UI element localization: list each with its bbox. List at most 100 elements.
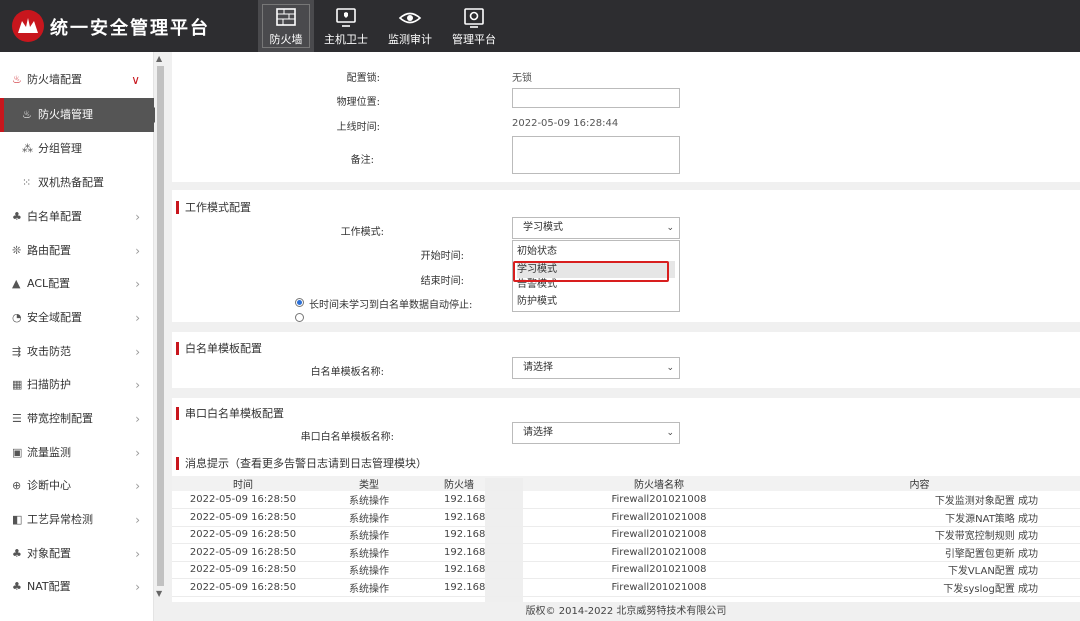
sidebar-item-process-anomaly[interactable]: ◧ 工艺异常检测 › — [0, 503, 154, 537]
nav-host-guard-label: 主机卫士 — [324, 33, 368, 46]
start-time-label: 开始时间: — [420, 251, 464, 262]
work-mode-select-value: 学习模式 — [523, 222, 563, 233]
sidebar-item-ha-config[interactable]: ⁙ 双机热备配置 — [0, 166, 154, 200]
route-icon: ❊ — [12, 244, 22, 257]
eye-icon — [398, 12, 422, 24]
serial-whitelist-label: 串口白名单模板名称: — [300, 432, 394, 443]
cell-type: 系统操作 — [314, 561, 424, 579]
sidebar-item-label: 带宽控制配置 — [27, 412, 93, 425]
nav-host-guard[interactable]: 主机卫士 — [318, 0, 374, 52]
basic-info-panel: 配置锁: 无锁 物理位置: 上线时间: 2022-05-09 16:28:44 … — [172, 52, 1080, 182]
firewall-icon: ♨ — [12, 73, 22, 86]
whitelist-template-panel: 白名单模板配置 白名单模板名称: 请选择 ⌄ — [172, 332, 1080, 388]
top-bar: 统一安全管理平台 防火墙 主机卫士 监测审计 管理平台 — [0, 0, 1080, 52]
sidebar-item-firewall-manage[interactable]: ♨ 防火墙管理 — [0, 98, 162, 132]
cell-time: 2022-05-09 16:28:50 — [172, 526, 314, 544]
serial-whitelist-panel: 串口白名单模板配置 串口白名单模板名称: 请选择 ⌄ — [172, 398, 1080, 452]
scrollbar-thumb[interactable] — [157, 66, 164, 586]
table-row: 2022-05-09 16:28:50 系统操作 192.168 Firewall20… — [172, 491, 1080, 509]
dropdown-option-initial[interactable]: 初始状态 — [517, 243, 675, 260]
serial-whitelist-title: 串口白名单模板配置 — [176, 407, 284, 420]
cell-time: 2022-05-09 16:28:50 — [172, 491, 314, 509]
sidebar-item-label: 扫描防护 — [27, 378, 71, 391]
sidebar-item-label: NAT配置 — [27, 580, 71, 593]
chevron-right-icon: › — [135, 513, 140, 527]
whitelist-icon: ♣ — [12, 210, 22, 223]
cell-time: 2022-05-09 16:28:50 — [172, 561, 314, 579]
column-header-firewall-name: 防火墙名称 — [559, 476, 759, 491]
app-title: 统一安全管理平台 — [50, 18, 210, 39]
remark-textarea[interactable] — [512, 136, 680, 174]
serial-whitelist-select[interactable]: 请选择 ⌄ — [512, 422, 680, 444]
scan-icon: ▦ — [12, 378, 23, 391]
network-icon: ⁙ — [22, 176, 32, 189]
nav-monitor-audit-label: 监测审计 — [388, 33, 432, 46]
sidebar-item-route[interactable]: ❊ 路由配置 › — [0, 234, 154, 268]
sidebar-item-group-manage[interactable]: ⁂ 分组管理 — [0, 132, 154, 166]
cell-firewall-name: Firewall201021008 — [559, 561, 759, 579]
sidebar-item-traffic[interactable]: ▣ 流量监测 › — [0, 436, 154, 470]
tree-icon: ⁂ — [22, 142, 33, 155]
whitelist-template-select[interactable]: 请选择 ⌄ — [512, 357, 680, 379]
sidebar-item-object[interactable]: ♣ 对象配置 › — [0, 537, 154, 571]
sidebar-item-attack-defense[interactable]: ⇶ 攻击防范 › — [0, 335, 154, 369]
sidebar-item-diagnose[interactable]: ⊕ 诊断中心 › — [0, 469, 154, 503]
table-row: 2022-05-09 16:28:50 系统操作 192.168 Firewall20… — [172, 508, 1080, 527]
cell-firewall-name: Firewall201021008 — [559, 578, 759, 597]
serial-whitelist-select-value: 请选择 — [523, 427, 553, 438]
gear-screen-icon — [464, 8, 484, 28]
nav-firewall[interactable]: 防火墙 — [258, 0, 314, 52]
config-lock-label: 配置锁: — [346, 73, 380, 84]
nat-icon: ♣ — [12, 580, 22, 593]
traffic-icon: ▣ — [12, 446, 23, 459]
chevron-right-icon: › — [135, 446, 140, 460]
cell-content: 下发监测对象配置 成功 — [759, 491, 1080, 509]
radio-time-range[interactable] — [295, 313, 304, 322]
scroll-down-icon[interactable]: ▼ — [156, 589, 162, 598]
sidebar-item-bandwidth[interactable]: ☰ 带宽控制配置 › — [0, 402, 154, 436]
highlight-box — [513, 261, 669, 282]
sidebar-scrollbar[interactable]: ▲ ▼ — [155, 52, 166, 601]
radio-auto-stop[interactable] — [295, 298, 304, 307]
sidebar-item-label: 白名单配置 — [27, 210, 82, 223]
table-header-row: 时间 类型 防火墙 防火墙名称 内容 — [172, 476, 1080, 491]
whitelist-template-select-value: 请选择 — [523, 362, 553, 373]
attack-icon: ⇶ — [12, 345, 22, 358]
chevron-right-icon: › — [135, 378, 140, 392]
messages-title: 消息提示（查看更多告警日志请到日志管理模块） — [176, 457, 427, 470]
chevron-right-icon: › — [135, 479, 140, 493]
firewall-icon: ♨ — [22, 108, 32, 121]
cell-content: 下发syslog配置 成功 — [759, 578, 1080, 597]
sidebar-item-label: 安全域配置 — [27, 311, 82, 324]
sidebar-item-security-domain[interactable]: ◔ 安全域配置 › — [0, 301, 154, 335]
sidebar-item-whitelist[interactable]: ♣ 白名单配置 › — [0, 200, 154, 234]
nav-monitor-audit[interactable]: 监测审计 — [382, 0, 438, 52]
footer-copyright: 版权© 2014-2022 北京威努特技术有限公司 — [525, 606, 727, 617]
sidebar-item-label: 分组管理 — [38, 142, 82, 155]
sidebar-item-firewall-config[interactable]: ♨ 防火墙配置 ∨ — [0, 63, 154, 97]
table-row: 2022-05-09 16:28:50 系统操作 192.168 Firewall20… — [172, 578, 1080, 597]
online-time-value: 2022-05-09 16:28:44 — [512, 118, 619, 129]
monitor-icon — [336, 8, 356, 27]
sidebar-item-nat[interactable]: ♣ NAT配置 › — [0, 570, 154, 604]
object-icon: ♣ — [12, 547, 22, 560]
sidebar-item-label: 对象配置 — [27, 547, 71, 560]
chevron-down-icon: ⌄ — [666, 428, 674, 438]
cell-content: 下发源NAT策略 成功 — [759, 508, 1080, 527]
cell-type: 系统操作 — [314, 578, 424, 597]
diagnose-icon: ⊕ — [12, 479, 22, 492]
cell-content: 下发带宽控制规则 成功 — [759, 526, 1080, 544]
cell-type: 系统操作 — [314, 508, 424, 527]
scroll-up-icon[interactable]: ▲ — [156, 54, 162, 63]
cell-time: 2022-05-09 16:28:50 — [172, 543, 314, 562]
cell-content: 下发VLAN配置 成功 — [759, 561, 1080, 579]
sidebar-item-acl[interactable]: ▲ ACL配置 › — [0, 267, 154, 301]
location-input[interactable] — [512, 88, 680, 108]
dropdown-option-protect[interactable]: 防护模式 — [517, 293, 675, 310]
work-mode-select[interactable]: 学习模式 ⌄ — [512, 217, 680, 239]
sidebar-item-scan-protect[interactable]: ▦ 扫描防护 › — [0, 368, 154, 402]
cell-firewall-name: Firewall201021008 — [559, 526, 759, 544]
column-header-type: 类型 — [314, 476, 424, 491]
nav-management[interactable]: 管理平台 — [446, 0, 502, 52]
domain-icon: ◔ — [12, 311, 22, 324]
